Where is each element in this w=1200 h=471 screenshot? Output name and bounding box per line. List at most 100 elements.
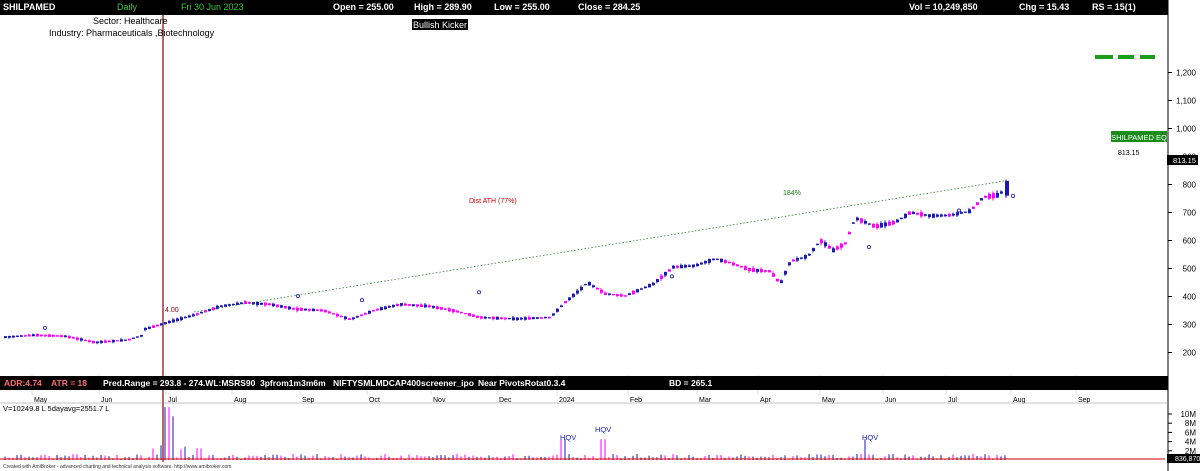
candle-body: [712, 258, 715, 261]
candle-body: [532, 317, 535, 320]
candle-body: [340, 315, 343, 318]
hqv-label: HQV: [595, 425, 611, 434]
candle-body: [912, 211, 915, 215]
candle-body: [480, 316, 483, 319]
candle-body: [860, 218, 863, 223]
stats-bd: BD = 265.1: [669, 378, 713, 388]
price-tick-label: 500: [1183, 265, 1197, 274]
candle-body: [472, 314, 475, 317]
candle-body: [448, 308, 451, 312]
candle-body: [852, 222, 855, 224]
candle-body: [324, 309, 327, 313]
candle-body: [332, 313, 335, 315]
candle-body: [364, 312, 367, 315]
candle-body: [116, 340, 119, 342]
sector-label: Sector: Healthcare: [93, 16, 168, 26]
candle-body: [900, 217, 903, 219]
price-tick-label: 300: [1183, 321, 1197, 330]
candle-body: [88, 340, 91, 343]
candle-body: [788, 262, 791, 266]
candle-body: [20, 335, 23, 337]
candle-body: [648, 283, 651, 288]
candle-body: [256, 301, 259, 306]
candle-body: [948, 214, 951, 217]
hqv-label: HQV: [862, 433, 878, 442]
candle-body: [796, 258, 799, 261]
candle-body: [312, 308, 315, 312]
pattern-badge: Bullish Kicker: [413, 20, 467, 30]
candle-body: [504, 317, 507, 320]
bar-value-label: 4.00: [165, 307, 179, 314]
candle-body: [576, 290, 579, 294]
candle-body: [304, 308, 307, 311]
candle-body: [808, 253, 811, 256]
candle-body: [516, 317, 519, 321]
candle-body: [688, 265, 691, 267]
candle-body: [732, 262, 735, 266]
candle-body: [592, 285, 595, 288]
candle-body: [112, 339, 115, 343]
candle-body: [840, 243, 843, 248]
candle-body: [96, 341, 99, 344]
volume-tick-label: 6M: [1185, 428, 1196, 437]
candle-body: [560, 305, 563, 307]
candle-body: [940, 214, 943, 217]
candle-body: [260, 302, 263, 305]
candle-body: [284, 306, 287, 309]
candle-body: [676, 265, 679, 268]
candle-body: [28, 334, 31, 337]
volume-bars: [4, 407, 1006, 460]
candle-body: [628, 293, 631, 296]
last-price-badge: 813.15: [1173, 156, 1196, 165]
volume-badge: 836,870: [1175, 456, 1200, 463]
candle-body: [684, 265, 687, 268]
candle-body: [468, 313, 471, 317]
high-value: High = 289.90: [414, 2, 472, 12]
candle-body: [508, 318, 511, 320]
candle-body: [644, 286, 647, 289]
candle-body: [484, 316, 487, 319]
candle-body: [836, 246, 839, 250]
candle-body: [220, 305, 223, 307]
candle-body: [908, 211, 911, 215]
candle-body: [668, 269, 671, 272]
candle-body: [76, 337, 79, 340]
candle-body: [80, 338, 83, 341]
change-value: Chg = 15.43: [1019, 2, 1070, 12]
candle-body: [720, 258, 723, 263]
stats-pred: Pred.Range = 293.8 - 274.WL:MSRS90: [103, 378, 256, 388]
candle-body: [800, 257, 803, 259]
candle-body: [152, 325, 155, 328]
stats-screener: screener_ipo: [421, 378, 474, 388]
candle-body: [700, 262, 703, 265]
candle-body: [616, 294, 619, 296]
industry-label: Industry: Pharmaceuticals ,Biotechnology: [49, 28, 215, 38]
stats-pivot: Near PivotsRotat0.3.4: [478, 378, 566, 388]
candle-body: [988, 193, 991, 199]
candle-body: [520, 317, 523, 320]
candle-body: [848, 232, 851, 235]
rs-value: RS = 15(1): [1092, 2, 1136, 12]
candle-body: [884, 222, 887, 227]
dist-ath-label: Dist ATH (77%): [469, 198, 517, 205]
candle-body: [320, 309, 323, 312]
candle-body: [460, 312, 463, 314]
candle-body: [960, 212, 963, 214]
candle-body: [584, 283, 587, 286]
candle-body: [708, 258, 711, 263]
candle-body: [740, 265, 743, 268]
candle-body: [832, 248, 835, 253]
candle-body: [232, 303, 235, 305]
candle-body: [408, 304, 411, 306]
candle-body: [392, 304, 395, 307]
candle-body: [352, 317, 355, 320]
candle-body: [500, 317, 503, 320]
candle-body: [540, 317, 543, 319]
candle-body: [428, 305, 431, 308]
candle-body: [416, 304, 419, 307]
candle-body: [904, 213, 907, 218]
candle-body: [944, 214, 947, 217]
chart-canvas: 2003004005006007008009001,0001,1001,200M…: [0, 0, 1200, 471]
price-tick-label: 700: [1183, 209, 1197, 218]
candle-body: [704, 261, 707, 264]
